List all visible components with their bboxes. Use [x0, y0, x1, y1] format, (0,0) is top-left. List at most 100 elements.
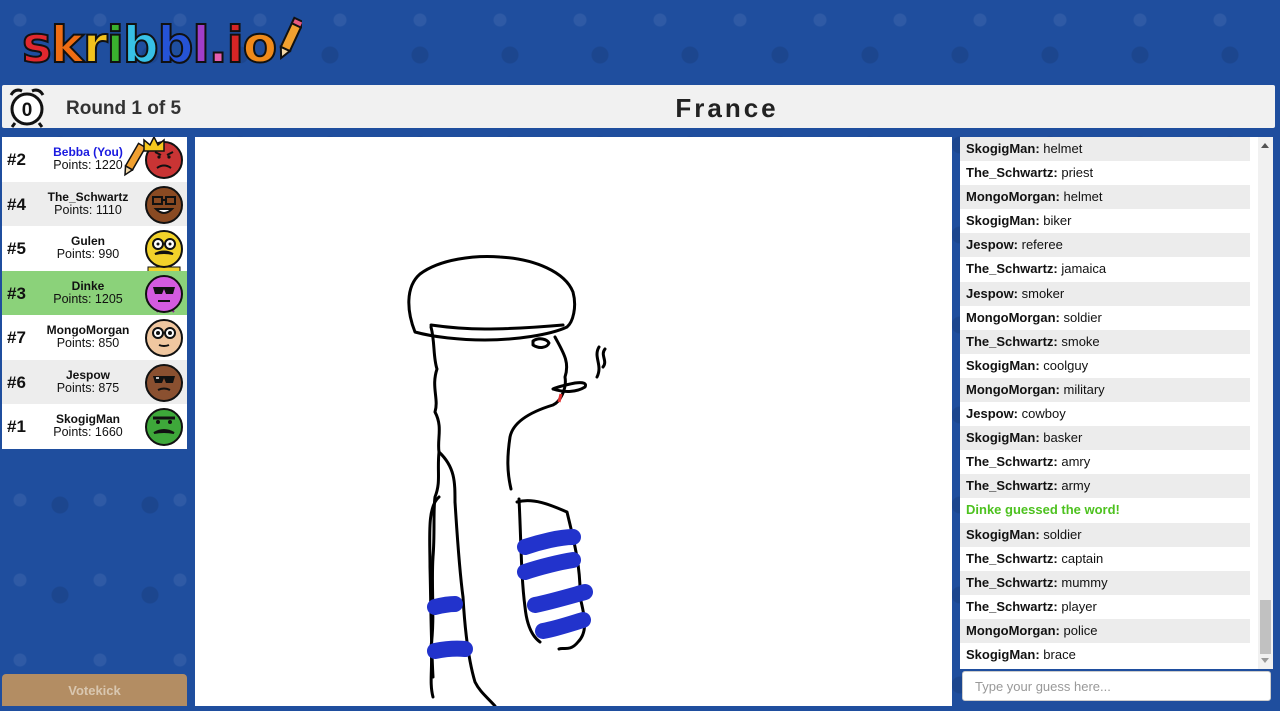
chat-author: SkogigMan:	[966, 646, 1040, 662]
player-row[interactable]: #4 The_Schwartz Points: 1110	[2, 181, 187, 226]
chat-text: player	[1057, 598, 1097, 614]
chat-message: The_Schwartz: smoke	[960, 329, 1250, 354]
logo-letter: s	[21, 16, 53, 74]
chat-text: soldier	[1059, 309, 1102, 325]
chat-message: Jespow: smoker	[960, 281, 1250, 306]
chat-message: The_Schwartz: priest	[960, 161, 1250, 185]
crown-icon	[142, 137, 166, 158]
player-row[interactable]: #2 Bebba (You) Points: 1220	[2, 137, 187, 182]
player-name: Dinke	[71, 278, 105, 293]
chat-author: The_Schwartz:	[966, 550, 1058, 566]
player-name: Jespow	[65, 367, 110, 382]
chat-message: SkogigMan: biker	[960, 209, 1250, 233]
avatar	[143, 405, 185, 449]
chat-text: cowboy	[1018, 406, 1066, 422]
avatar	[143, 361, 185, 405]
chat-author: SkogigMan:	[966, 357, 1040, 373]
chat-message: The_Schwartz: captain	[960, 547, 1250, 571]
chat-author: MongoMorgan:	[966, 189, 1060, 205]
player-points: Points: 1110	[54, 202, 122, 217]
logo-letter: b	[122, 16, 160, 74]
current-word: France	[675, 93, 779, 123]
chat-author: MongoMorgan:	[966, 622, 1060, 638]
skribbl-logo: skribbl.io	[21, 14, 303, 71]
game-header: 0 Round 1 of 5 France	[2, 85, 1275, 128]
player-row[interactable]: #7 MongoMorgan Points: 850	[2, 315, 187, 360]
logo-letter: i	[226, 16, 245, 74]
chat-message: The_Schwartz: jamaica	[960, 257, 1250, 281]
chat-author: SkogigMan:	[966, 141, 1040, 156]
chat-message: SkogigMan: soldier	[960, 522, 1250, 547]
chat-text: police	[1059, 622, 1098, 638]
avatar	[143, 316, 185, 360]
chat-text: biker	[1039, 213, 1072, 229]
player-rank: #2	[7, 150, 26, 169]
chat-author: The_Schwartz:	[966, 574, 1058, 590]
chat-message: SkogigMan: coolguy	[960, 354, 1250, 378]
chat-author: The_Schwartz:	[966, 333, 1058, 349]
chat-text: referee	[1018, 237, 1063, 253]
chat-message: MongoMorgan: police	[960, 618, 1250, 643]
player-points: Points: 1660	[53, 425, 123, 439]
player-info: Dinke Points: 1205	[38, 278, 138, 306]
player-points: Points: 1205	[53, 291, 123, 306]
scroll-up-icon[interactable]	[1261, 143, 1269, 148]
chat-text: smoker	[1018, 285, 1065, 301]
player-rank: #5	[7, 239, 26, 258]
player-rank: #6	[7, 372, 26, 392]
chat-box: SkogigMan: helmet The_Schwartz: priest Mon…	[960, 137, 1273, 669]
chat-scrollbar[interactable]	[1258, 137, 1273, 669]
avatar	[143, 272, 185, 316]
player-row[interactable]: #6 Jespow Points: 875	[2, 359, 187, 405]
chat-text: captain	[1057, 550, 1104, 566]
chat-author: MongoMorgan:	[966, 381, 1060, 397]
chat-text: helmet	[1039, 141, 1083, 156]
chat-message: The_Schwartz: army	[960, 474, 1250, 499]
chat-message: MongoMorgan: helmet	[960, 185, 1250, 210]
chat-message: The_Schwartz: amry	[960, 450, 1250, 474]
player-points: Points: 850	[56, 336, 120, 350]
chat-text: army	[1057, 478, 1091, 494]
chat-message: SkogigMan: basker	[960, 426, 1250, 451]
player-rank: #4	[7, 194, 26, 214]
chat-author: SkogigMan:	[966, 526, 1040, 542]
chat-text: military	[1059, 381, 1105, 397]
chat-text: brace	[1039, 646, 1076, 662]
chat-author: The_Schwartz:	[966, 454, 1058, 470]
player-rank: #7	[7, 328, 26, 347]
logo-letter: .	[208, 16, 229, 74]
player-row[interactable]: #5 Gulen Points: 990	[2, 226, 187, 271]
player-row[interactable]: #3 Dinke Points: 1205	[2, 270, 187, 316]
player-info: MongoMorgan Points: 850	[38, 324, 138, 350]
chat-author: Jespow:	[966, 237, 1019, 253]
chat-text: priest	[1057, 165, 1094, 181]
chat-message: MongoMorgan: soldier	[960, 306, 1250, 330]
player-list: #2 Bebba (You) Points: 1220 #4 The_Schwartz P…	[2, 137, 187, 449]
chat-author: The_Schwartz:	[966, 598, 1058, 614]
drawing	[407, 255, 607, 708]
chat-message: Jespow: referee	[960, 233, 1250, 258]
chat-message: MongoMorgan: military	[960, 377, 1250, 403]
chat-message: SkogigMan: brace	[960, 643, 1250, 667]
player-info: The_Schwartz Points: 1110	[38, 189, 138, 217]
votekick-button[interactable]: Votekick	[2, 674, 187, 706]
chat-author: The_Schwartz:	[966, 165, 1058, 181]
scroll-thumb[interactable]	[1260, 600, 1271, 654]
player-row[interactable]: #1 SkogigMan Points: 1660	[2, 404, 187, 449]
chat-text: soldier	[1039, 526, 1082, 542]
guess-input[interactable]	[962, 671, 1271, 701]
chat-author: The_Schwartz:	[966, 478, 1058, 494]
chat-author: MongoMorgan:	[966, 309, 1060, 325]
chat-system-message: Dinke guessed the word!	[966, 502, 1120, 518]
chat-text: amry	[1057, 454, 1091, 470]
drawing-canvas[interactable]	[195, 137, 952, 708]
player-info: Gulen Points: 990	[38, 235, 138, 261]
chat-text: helmet	[1059, 189, 1103, 205]
player-points: Points: 990	[56, 247, 120, 261]
player-points: Points: 875	[56, 380, 120, 395]
scroll-down-icon[interactable]	[1261, 658, 1269, 663]
chat-text: mummy	[1057, 574, 1108, 590]
logo-letter: r	[82, 16, 109, 74]
player-name: The_Schwartz	[47, 189, 129, 204]
chat-author: SkogigMan:	[966, 213, 1040, 229]
